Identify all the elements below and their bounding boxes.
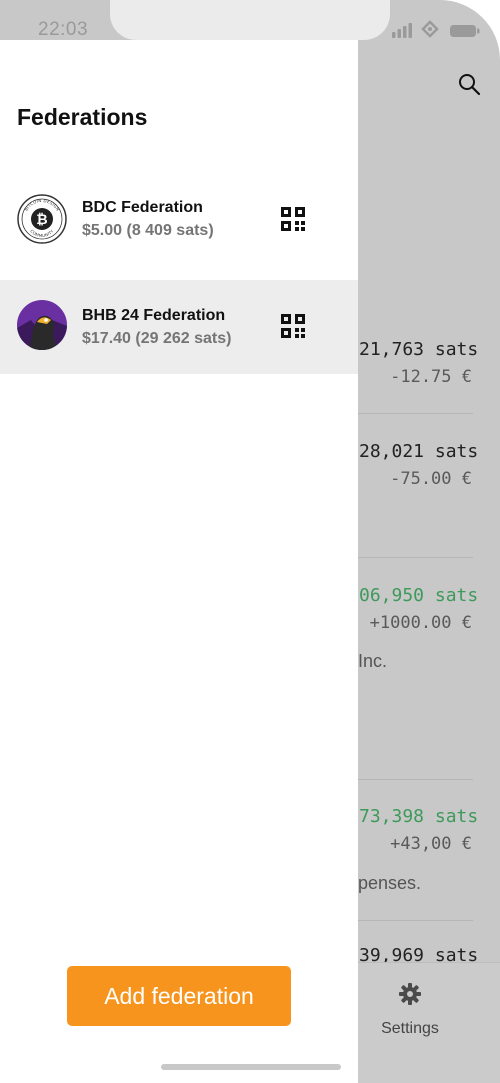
transaction-fiat: -12.75 € xyxy=(390,367,472,387)
add-federation-button[interactable]: Add federation xyxy=(67,966,291,1026)
federation-balance: $5.00 (8 409 sats) xyxy=(82,222,214,239)
qr-code-icon[interactable] xyxy=(280,206,306,232)
transaction-description: penses. xyxy=(358,873,422,893)
federation-balance: $17.40 (29 262 sats) xyxy=(82,330,232,347)
bhb24-logo-icon xyxy=(17,300,67,350)
phone-screen: 21,763 sats -12.75 € 28,021 sats -75.00 … xyxy=(0,0,500,1083)
federation-item-bhb24[interactable]: BHB 24 Federation $17.40 (29 262 sats) xyxy=(0,280,358,374)
search-icon[interactable] xyxy=(457,72,481,96)
transaction-amount: 73,398 sats xyxy=(359,806,479,827)
transaction-divider xyxy=(358,779,473,780)
status-icons xyxy=(392,20,480,38)
device-notch xyxy=(110,0,390,40)
transaction-amount: 06,950 sats xyxy=(359,585,479,606)
transaction-fiat: -75.00 € xyxy=(390,469,472,489)
wifi-icon xyxy=(421,20,439,38)
home-indicator xyxy=(161,1064,341,1070)
transaction-fiat: +1000.00 € xyxy=(369,613,472,633)
transaction-divider xyxy=(358,413,473,414)
tab-settings-label[interactable]: Settings xyxy=(372,1020,448,1038)
svg-text:₿: ₿ xyxy=(36,212,47,228)
transaction-fiat: +43,00 € xyxy=(390,834,472,854)
status-time: 22:03 xyxy=(38,19,89,40)
battery-icon xyxy=(450,25,480,37)
transaction-amount: 28,021 sats xyxy=(359,441,479,462)
drawer-title: Federations xyxy=(17,104,148,130)
transaction-divider xyxy=(358,920,473,921)
federation-item-bdc[interactable]: ₿ BITCOIN DESIGN COMMUNITY BDC Federatio… xyxy=(0,171,358,265)
transaction-divider xyxy=(358,557,473,558)
gear-icon[interactable] xyxy=(398,982,422,1006)
federation-name: BHB 24 Federation xyxy=(82,307,226,324)
signal-icon xyxy=(392,23,412,38)
bdc-logo-icon: ₿ BITCOIN DESIGN COMMUNITY xyxy=(17,194,67,244)
transaction-amount: 21,763 sats xyxy=(359,339,479,360)
qr-code-icon[interactable] xyxy=(280,313,306,339)
transaction-description: Inc. xyxy=(358,651,388,671)
federation-name: BDC Federation xyxy=(82,199,203,216)
federations-drawer: Federations ₿ BITCOIN DESIGN COMMUNITY B… xyxy=(0,40,358,1083)
